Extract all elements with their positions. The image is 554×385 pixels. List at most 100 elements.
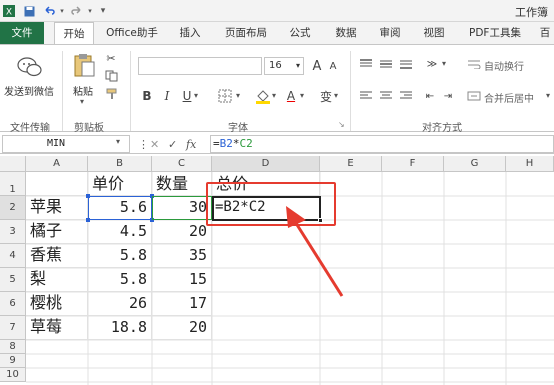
- column-header-h[interactable]: H: [506, 156, 554, 172]
- font-size-value: 16: [269, 60, 282, 71]
- undo-icon[interactable]: [42, 3, 56, 19]
- tab-formulas[interactable]: 公式: [282, 22, 318, 44]
- merge-center-icon[interactable]: [466, 89, 482, 103]
- row-header-6[interactable]: 6: [0, 292, 26, 316]
- name-box-value: MIN: [47, 138, 66, 149]
- paste-label[interactable]: 粘贴: [73, 83, 93, 98]
- align-top-icon[interactable]: [358, 57, 374, 71]
- row-header-3[interactable]: 3: [0, 220, 26, 244]
- name-box[interactable]: MIN: [2, 135, 130, 153]
- column-header-b[interactable]: B: [88, 156, 152, 172]
- formula-ref-c2: C2: [239, 137, 253, 150]
- excel-logo-icon: X: [2, 3, 16, 19]
- format-painter-icon[interactable]: [104, 87, 120, 101]
- borders-dropdown-icon[interactable]: ▾: [236, 91, 240, 100]
- font-name-select[interactable]: [138, 57, 262, 75]
- merge-center-label[interactable]: 合并后居中: [484, 90, 534, 105]
- tab-more[interactable]: 百: [536, 22, 554, 44]
- phonetic-button[interactable]: 变: [318, 87, 334, 105]
- tab-review[interactable]: 审阅: [372, 22, 408, 44]
- save-icon[interactable]: [22, 3, 36, 19]
- wrap-text-icon[interactable]: [466, 57, 482, 71]
- window-title: 工作簿: [515, 6, 548, 19]
- row-header-10[interactable]: 10: [0, 368, 26, 382]
- align-left-icon[interactable]: [358, 89, 374, 103]
- font-size-select[interactable]: 16 ▾: [264, 57, 304, 75]
- ribbon-separator: [350, 51, 351, 131]
- row-header-4[interactable]: 4: [0, 244, 26, 268]
- redo-dropdown-icon[interactable]: ▾: [86, 3, 94, 19]
- tab-page-layout[interactable]: 页面布局: [218, 22, 274, 44]
- tab-office-assistant[interactable]: Office助手: [100, 22, 164, 44]
- formula-input[interactable]: =B2*C2: [210, 135, 554, 153]
- font-dialog-launcher-icon[interactable]: ↘: [338, 120, 345, 129]
- group-label-file-transfer: 文件传输: [10, 123, 50, 134]
- tab-file[interactable]: 文件: [0, 22, 44, 44]
- formula-bar: MIN ▾ ⋮ ✕ ✓ fx =B2*C2: [0, 134, 554, 154]
- group-label-clipboard: 剪贴板: [74, 123, 104, 134]
- confirm-icon[interactable]: ✓: [168, 135, 177, 153]
- column-header-f[interactable]: F: [382, 156, 444, 172]
- phonetic-dropdown-icon[interactable]: ▾: [334, 91, 338, 100]
- merge-dropdown-icon[interactable]: ▾: [546, 91, 550, 100]
- reference-handle[interactable]: [86, 194, 90, 198]
- paste-dropdown-icon[interactable]: ▾: [80, 97, 84, 106]
- paste-icon[interactable]: [72, 51, 96, 79]
- row-header-7[interactable]: 7: [0, 316, 26, 340]
- align-center-icon[interactable]: [378, 89, 394, 103]
- ribbon-separator: [62, 51, 63, 131]
- send-to-wechat-label[interactable]: 发送到微信: [4, 83, 54, 98]
- tab-view[interactable]: 视图: [416, 22, 452, 44]
- redo-icon[interactable]: [70, 3, 84, 19]
- align-right-icon[interactable]: [398, 89, 414, 103]
- align-bottom-icon[interactable]: [398, 57, 414, 71]
- fill-color-icon[interactable]: [254, 87, 272, 105]
- tab-data[interactable]: 数据: [328, 22, 364, 44]
- customize-icon[interactable]: ▾: [98, 3, 108, 19]
- name-box-dropdown-icon[interactable]: ▾: [116, 137, 120, 146]
- tab-pdf-tools[interactable]: PDF工具集: [460, 22, 530, 44]
- copy-icon[interactable]: [104, 69, 120, 83]
- undo-dropdown-icon[interactable]: ▾: [58, 3, 66, 19]
- tab-home[interactable]: 开始: [54, 22, 94, 45]
- align-middle-icon[interactable]: [378, 57, 394, 71]
- cancel-icon[interactable]: ✕: [150, 135, 159, 153]
- reference-handle[interactable]: [86, 218, 90, 222]
- tab-insert[interactable]: 插入: [172, 22, 208, 44]
- decrease-indent-icon[interactable]: ⇤: [422, 89, 438, 103]
- row-header-1[interactable]: 1: [0, 172, 26, 196]
- orientation-icon[interactable]: ≫: [422, 57, 442, 71]
- column-header-a[interactable]: A: [26, 156, 88, 172]
- svg-text:X: X: [6, 8, 12, 18]
- font-color-dropdown-icon[interactable]: ▾: [300, 91, 304, 100]
- select-all-corner[interactable]: [0, 156, 26, 172]
- row-header-2[interactable]: 2: [0, 196, 26, 220]
- insert-function-icon[interactable]: fx: [186, 135, 196, 153]
- underline-button[interactable]: U: [180, 87, 194, 105]
- borders-icon[interactable]: [216, 87, 234, 105]
- row-header-8[interactable]: 8: [0, 340, 26, 354]
- formula-operator: *: [232, 137, 240, 150]
- wrap-text-label[interactable]: 自动换行: [484, 58, 524, 73]
- italic-button[interactable]: I: [160, 87, 174, 105]
- wechat-icon[interactable]: [16, 53, 44, 81]
- cut-icon[interactable]: ✂: [104, 51, 118, 65]
- column-header-e[interactable]: E: [320, 156, 382, 172]
- formula-bar-dots-icon: ⋮: [138, 137, 149, 151]
- font-color-button[interactable]: A: [284, 87, 298, 105]
- spreadsheet-grid: A B C D E F G H 1 2 3 4 5 6 7 8 9 10 单价 …: [0, 156, 554, 385]
- increase-indent-icon[interactable]: ⇥: [440, 89, 456, 103]
- column-header-d[interactable]: D: [212, 156, 320, 172]
- decrease-font-button[interactable]: A: [326, 57, 340, 75]
- bold-button[interactable]: B: [140, 87, 154, 105]
- ribbon-separator: [130, 51, 131, 131]
- row-header-5[interactable]: 5: [0, 268, 26, 292]
- column-header-g[interactable]: G: [444, 156, 506, 172]
- underline-dropdown-icon[interactable]: ▾: [194, 91, 198, 100]
- increase-font-button[interactable]: A: [310, 57, 324, 75]
- column-header-c[interactable]: C: [152, 156, 212, 172]
- fill-color-dropdown-icon[interactable]: ▾: [272, 91, 276, 100]
- orientation-dropdown-icon[interactable]: ▾: [442, 59, 446, 68]
- row-header-9[interactable]: 9: [0, 354, 26, 368]
- decrease-font-icon: A: [329, 60, 337, 72]
